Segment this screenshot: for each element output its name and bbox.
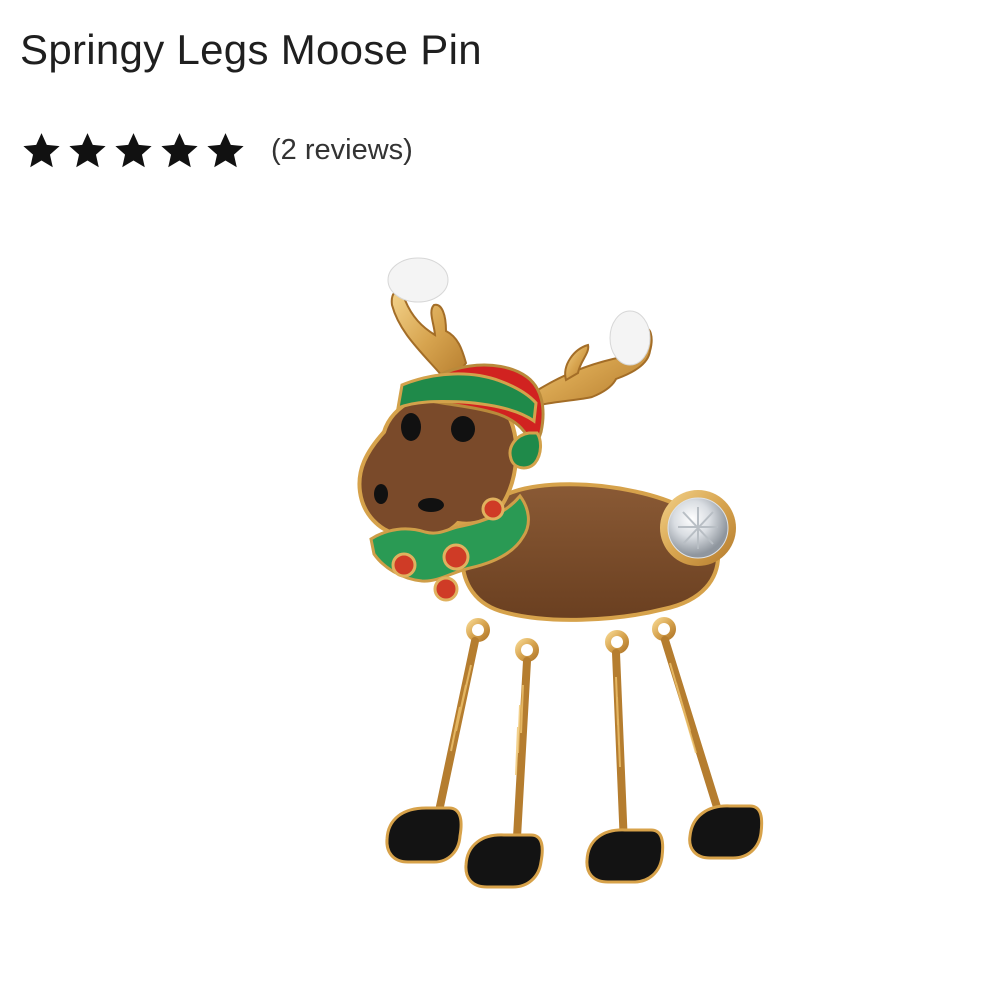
moose-pin-image [357,257,764,889]
star-rating [20,129,247,172]
antler-right [528,310,653,407]
springy-legs [431,636,725,859]
antler-left [387,257,468,387]
tail-gem [660,490,736,566]
star-icon [207,132,244,167]
star-icon [69,132,106,167]
boots [385,804,764,889]
rating-summary[interactable]: (2 reviews) [20,126,413,174]
star-icon [115,132,152,167]
leg-hooks [466,617,676,662]
product-title: Springy Legs Moose Pin [20,26,482,73]
star-icon [23,132,60,167]
star-icon [161,132,198,167]
reviews-link[interactable]: (2 reviews) [271,134,413,167]
